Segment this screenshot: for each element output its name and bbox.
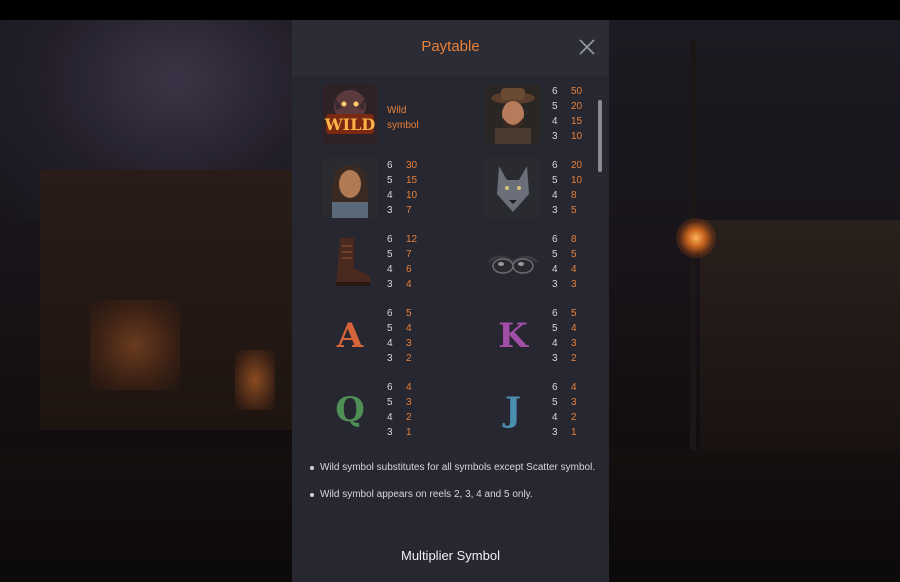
svg-text:WILD: WILD (324, 115, 376, 134)
wild-symbol-icon: WILD (322, 84, 378, 144)
bullet-icon (310, 493, 314, 497)
goggles-symbol (485, 232, 541, 292)
cowboy-symbol (485, 84, 541, 144)
top-bar (0, 0, 900, 20)
j-symbol: J (504, 390, 522, 430)
wild-symbol: WILD (322, 84, 378, 144)
boot-symbol-icon (336, 238, 370, 286)
rules-list: Wild symbol substitutes for all symbols … (308, 460, 598, 514)
boot-symbol (322, 232, 378, 292)
a-pays: 65 54 43 32 (387, 308, 412, 364)
wolf-pays: 6 20 5 10 48 35 (552, 160, 583, 216)
bullet-icon (310, 466, 314, 470)
rule-item: Wild symbol appears on reels 2, 3, 4 and… (308, 487, 598, 502)
panel-title: Paytable (421, 38, 480, 55)
paytable-panel: Paytable WILD Wild symbol 6 50 5 20 4 15… (292, 20, 609, 582)
close-icon (579, 39, 595, 55)
wolf-symbol (485, 158, 541, 218)
k-symbol: K (498, 316, 528, 356)
q-symbol: Q (335, 390, 365, 430)
goggles-pays: 68 55 44 33 (552, 234, 577, 290)
woman-symbol (322, 158, 378, 218)
wolf-symbol-icon (485, 158, 541, 218)
q-pays: 64 53 42 31 (387, 382, 412, 438)
panel-header: Paytable (292, 20, 609, 76)
a-symbol: A (336, 316, 364, 356)
woman-pays: 6 30 5 15 4 10 37 (387, 160, 418, 216)
j-pays: 64 53 42 31 (552, 382, 577, 438)
close-button[interactable] (576, 36, 598, 58)
cowboy-pays: 6 50 5 20 4 15 3 10 (552, 86, 583, 142)
boot-pays: 6 12 57 46 34 (387, 234, 418, 290)
rule-item: Wild symbol substitutes for all symbols … (308, 460, 598, 475)
multiplier-section-title: Multiplier Symbol (401, 548, 500, 563)
woman-symbol-icon (322, 158, 378, 218)
k-pays: 65 54 43 32 (552, 308, 577, 364)
goggles-symbol-icon (487, 255, 539, 274)
wild-symbol-label: Wild symbol (387, 105, 419, 131)
cowboy-symbol-icon (485, 84, 541, 144)
